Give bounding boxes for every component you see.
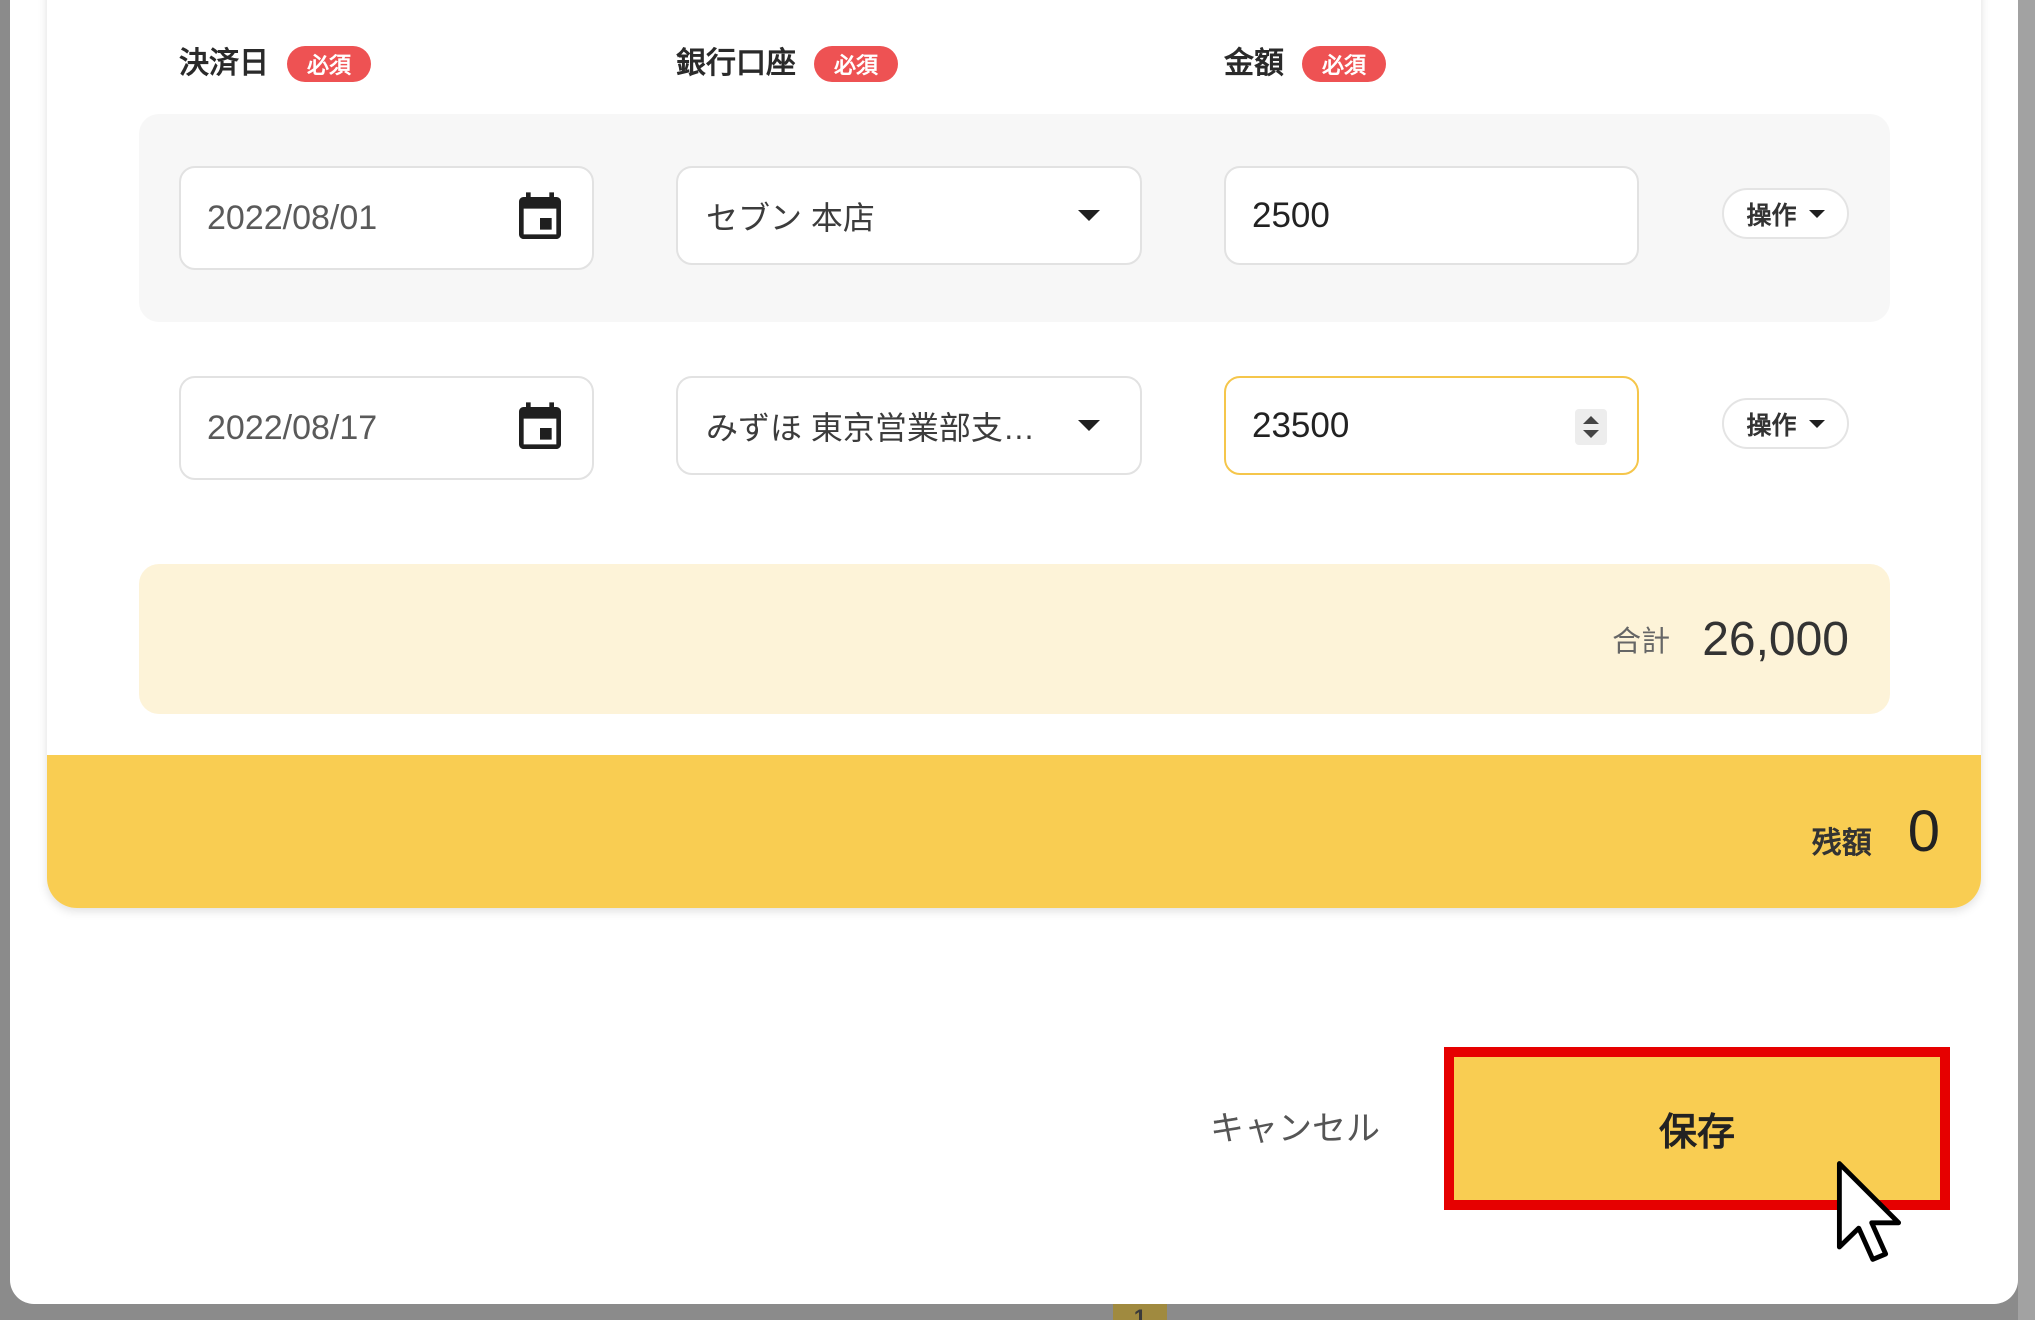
required-badge: 必須	[287, 46, 371, 82]
total-summary: 合計 26,000	[139, 564, 1890, 714]
column-header-settlement-date: 決済日 必須	[179, 44, 371, 84]
column-label: 金額	[1224, 47, 1284, 80]
dropdown-arrow-icon	[1078, 420, 1100, 431]
settlement-card: 決済日 必須 銀行口座 必須 金額 必須 セブン 本店	[47, 0, 1981, 908]
amount-field	[1224, 376, 1639, 475]
settlement-date-input[interactable]	[181, 378, 501, 478]
balance-value: 0	[1907, 799, 1940, 864]
column-label: 銀行口座	[676, 47, 796, 80]
total-value: 26,000	[1702, 612, 1849, 666]
row-actions-label: 操作	[1746, 201, 1797, 230]
caret-down-icon	[1808, 209, 1825, 218]
required-badge: 必須	[814, 46, 898, 82]
dropdown-arrow-icon	[1078, 210, 1100, 221]
spinner-icon[interactable]	[1575, 409, 1607, 445]
bank-account-select[interactable]: みずほ 東京営業部支…	[676, 376, 1142, 475]
settlement-date-field	[179, 166, 594, 270]
balance-summary: 残額 0	[47, 755, 1981, 908]
bank-account-value: セブン 本店	[706, 199, 875, 236]
column-header-bank-account: 銀行口座 必須	[676, 44, 898, 84]
row-actions-label: 操作	[1746, 411, 1797, 440]
save-button[interactable]: 保存	[1454, 1057, 1940, 1200]
payment-row: セブン 本店 操作	[139, 114, 1890, 322]
column-label: 決済日	[179, 47, 269, 80]
required-badge: 必須	[1302, 46, 1386, 82]
column-header-amount: 金額 必須	[1224, 44, 1386, 84]
caret-down-icon	[1808, 419, 1825, 428]
amount-field	[1224, 166, 1639, 265]
screen: 1 決済日 必須 銀行口座 必須 金額 必須 2022/08/01 セブン 本店…	[0, 0, 2035, 1320]
balance-label: 残額	[1811, 826, 1872, 860]
calendar-icon[interactable]	[512, 190, 568, 246]
row-actions-button[interactable]: 操作	[1722, 398, 1849, 449]
amount-input[interactable]	[1226, 168, 1637, 263]
payment-modal: 決済日 必須 銀行口座 必須 金額 必須 セブン 本店	[0, 0, 2035, 1320]
bank-account-select[interactable]: セブン 本店	[676, 166, 1142, 265]
payment-row: みずほ 東京営業部支… 操作	[139, 324, 1890, 532]
total-label: 合計	[1612, 626, 1671, 658]
calendar-icon[interactable]	[512, 400, 568, 456]
settlement-date-field	[179, 376, 594, 480]
bank-account-value: みずほ 東京営業部支…	[706, 409, 1035, 446]
row-actions-button[interactable]: 操作	[1722, 188, 1849, 239]
cancel-button[interactable]: キャンセル	[1195, 1090, 1395, 1160]
settlement-date-input[interactable]	[181, 168, 501, 268]
